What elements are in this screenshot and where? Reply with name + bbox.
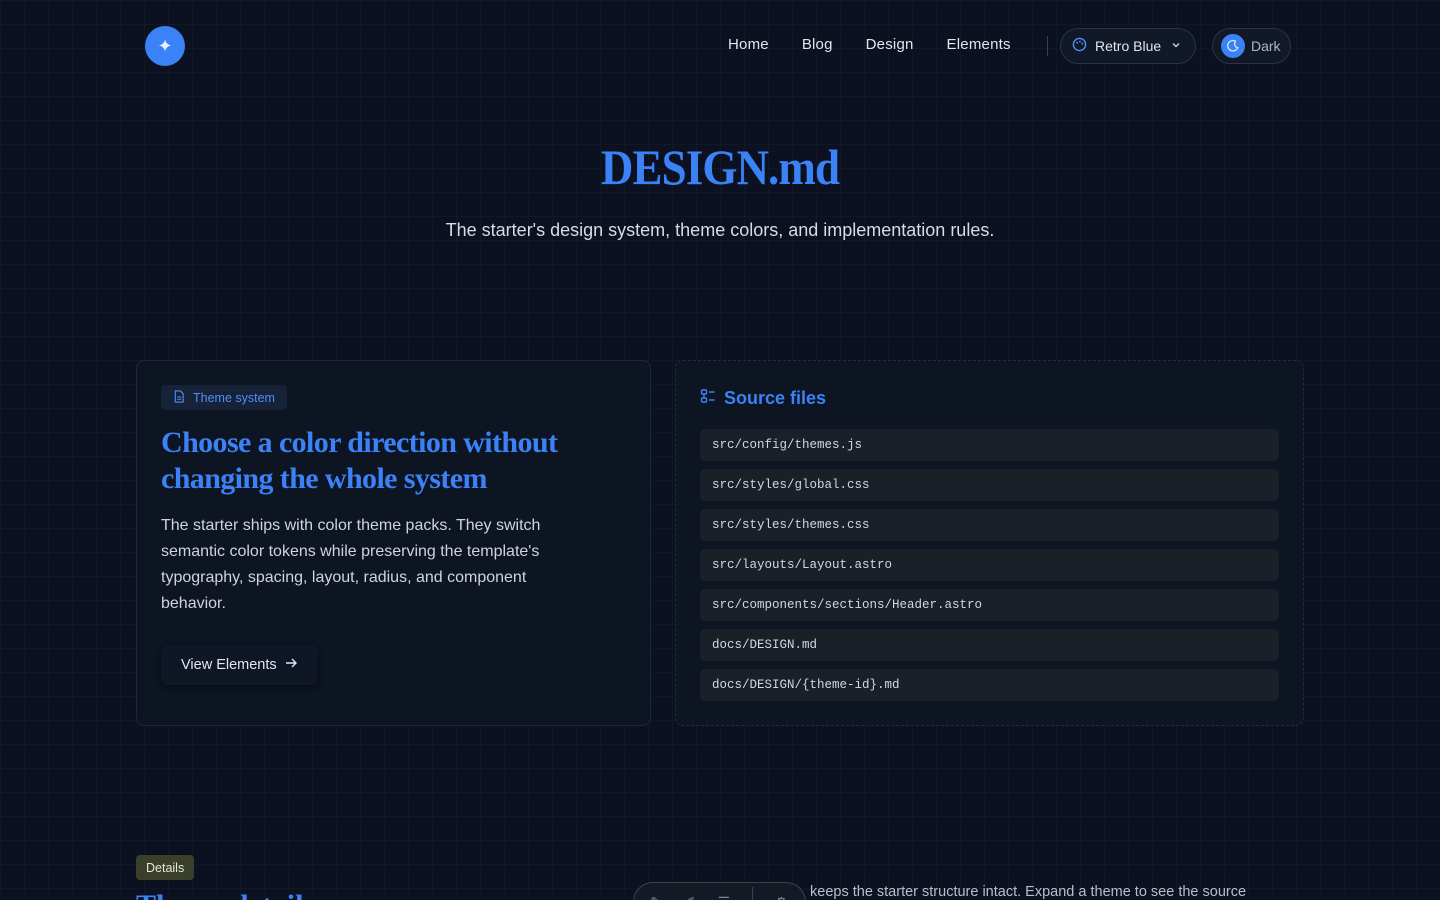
view-elements-button[interactable]: View Elements: [161, 645, 318, 685]
source-file-item: src/styles/global.css: [700, 469, 1279, 501]
source-files-title: Source files: [724, 388, 827, 408]
moon-icon: [1221, 34, 1245, 58]
card-body: The starter ships with color theme packs…: [161, 517, 541, 612]
gear-icon[interactable]: ⚙: [775, 894, 788, 900]
mode-toggle-label: Dark: [1251, 38, 1281, 54]
page-subtitle: The starter's design system, theme color…: [445, 220, 995, 240]
brush-icon[interactable]: ✐: [684, 894, 696, 900]
card-title: Choose a color direction without changin…: [161, 426, 558, 495]
details-text: keeps the starter structure intact. Expa…: [810, 884, 1247, 900]
arrow-right-icon: [285, 657, 298, 673]
source-files-card: Source files src/config/themes.js src/st…: [675, 360, 1304, 726]
chevron-down-icon: [1171, 40, 1181, 53]
source-files-heading: Source files: [700, 388, 826, 409]
document-icon: [173, 389, 185, 406]
pen-icon[interactable]: ✎: [650, 894, 662, 900]
details-badge: Details: [136, 855, 195, 880]
menu-icon[interactable]: ☰: [717, 894, 730, 900]
sparkle-icon: ✦: [157, 35, 173, 56]
theme-system-card: Theme system Choose a color direction wi…: [136, 360, 651, 726]
source-file-item: docs/DESIGN.md: [700, 629, 1279, 661]
view-elements-label: View Elements: [181, 657, 277, 673]
nav-elements[interactable]: Elements: [947, 36, 1011, 53]
files-icon: [700, 388, 716, 409]
nav-divider: [1047, 36, 1048, 56]
dark-mode-toggle[interactable]: Dark: [1212, 28, 1291, 64]
source-file-item: src/components/sections/Header.astro: [700, 589, 1279, 621]
toolbar-divider: [752, 887, 754, 900]
theme-details-title: Theme details: [136, 888, 315, 900]
source-file-item: src/layouts/Layout.astro: [700, 549, 1279, 581]
theme-select-label: Retro Blue: [1095, 38, 1162, 54]
nav-blog[interactable]: Blog: [802, 36, 833, 53]
badge-label: Theme system: [193, 390, 275, 405]
nav-design[interactable]: Design: [866, 36, 914, 53]
source-file-item: docs/DESIGN/{theme-id}.md: [700, 669, 1279, 701]
theme-system-badge: Theme system: [161, 385, 287, 410]
page-title: DESIGN.md: [600, 139, 840, 195]
palette-icon: [1072, 37, 1087, 55]
source-file-item: src/config/themes.js: [700, 429, 1279, 461]
source-file-item: src/styles/themes.css: [700, 509, 1279, 541]
main-nav: Home Blog Design Elements: [728, 36, 1011, 53]
theme-select[interactable]: Retro Blue: [1060, 28, 1196, 64]
logo-button[interactable]: ✦: [145, 26, 185, 66]
source-file-list: src/config/themes.js src/styles/global.c…: [700, 429, 1279, 701]
floating-toolbar: ✎ ✐ ☰ ⚙: [633, 882, 806, 900]
nav-home[interactable]: Home: [728, 36, 769, 53]
